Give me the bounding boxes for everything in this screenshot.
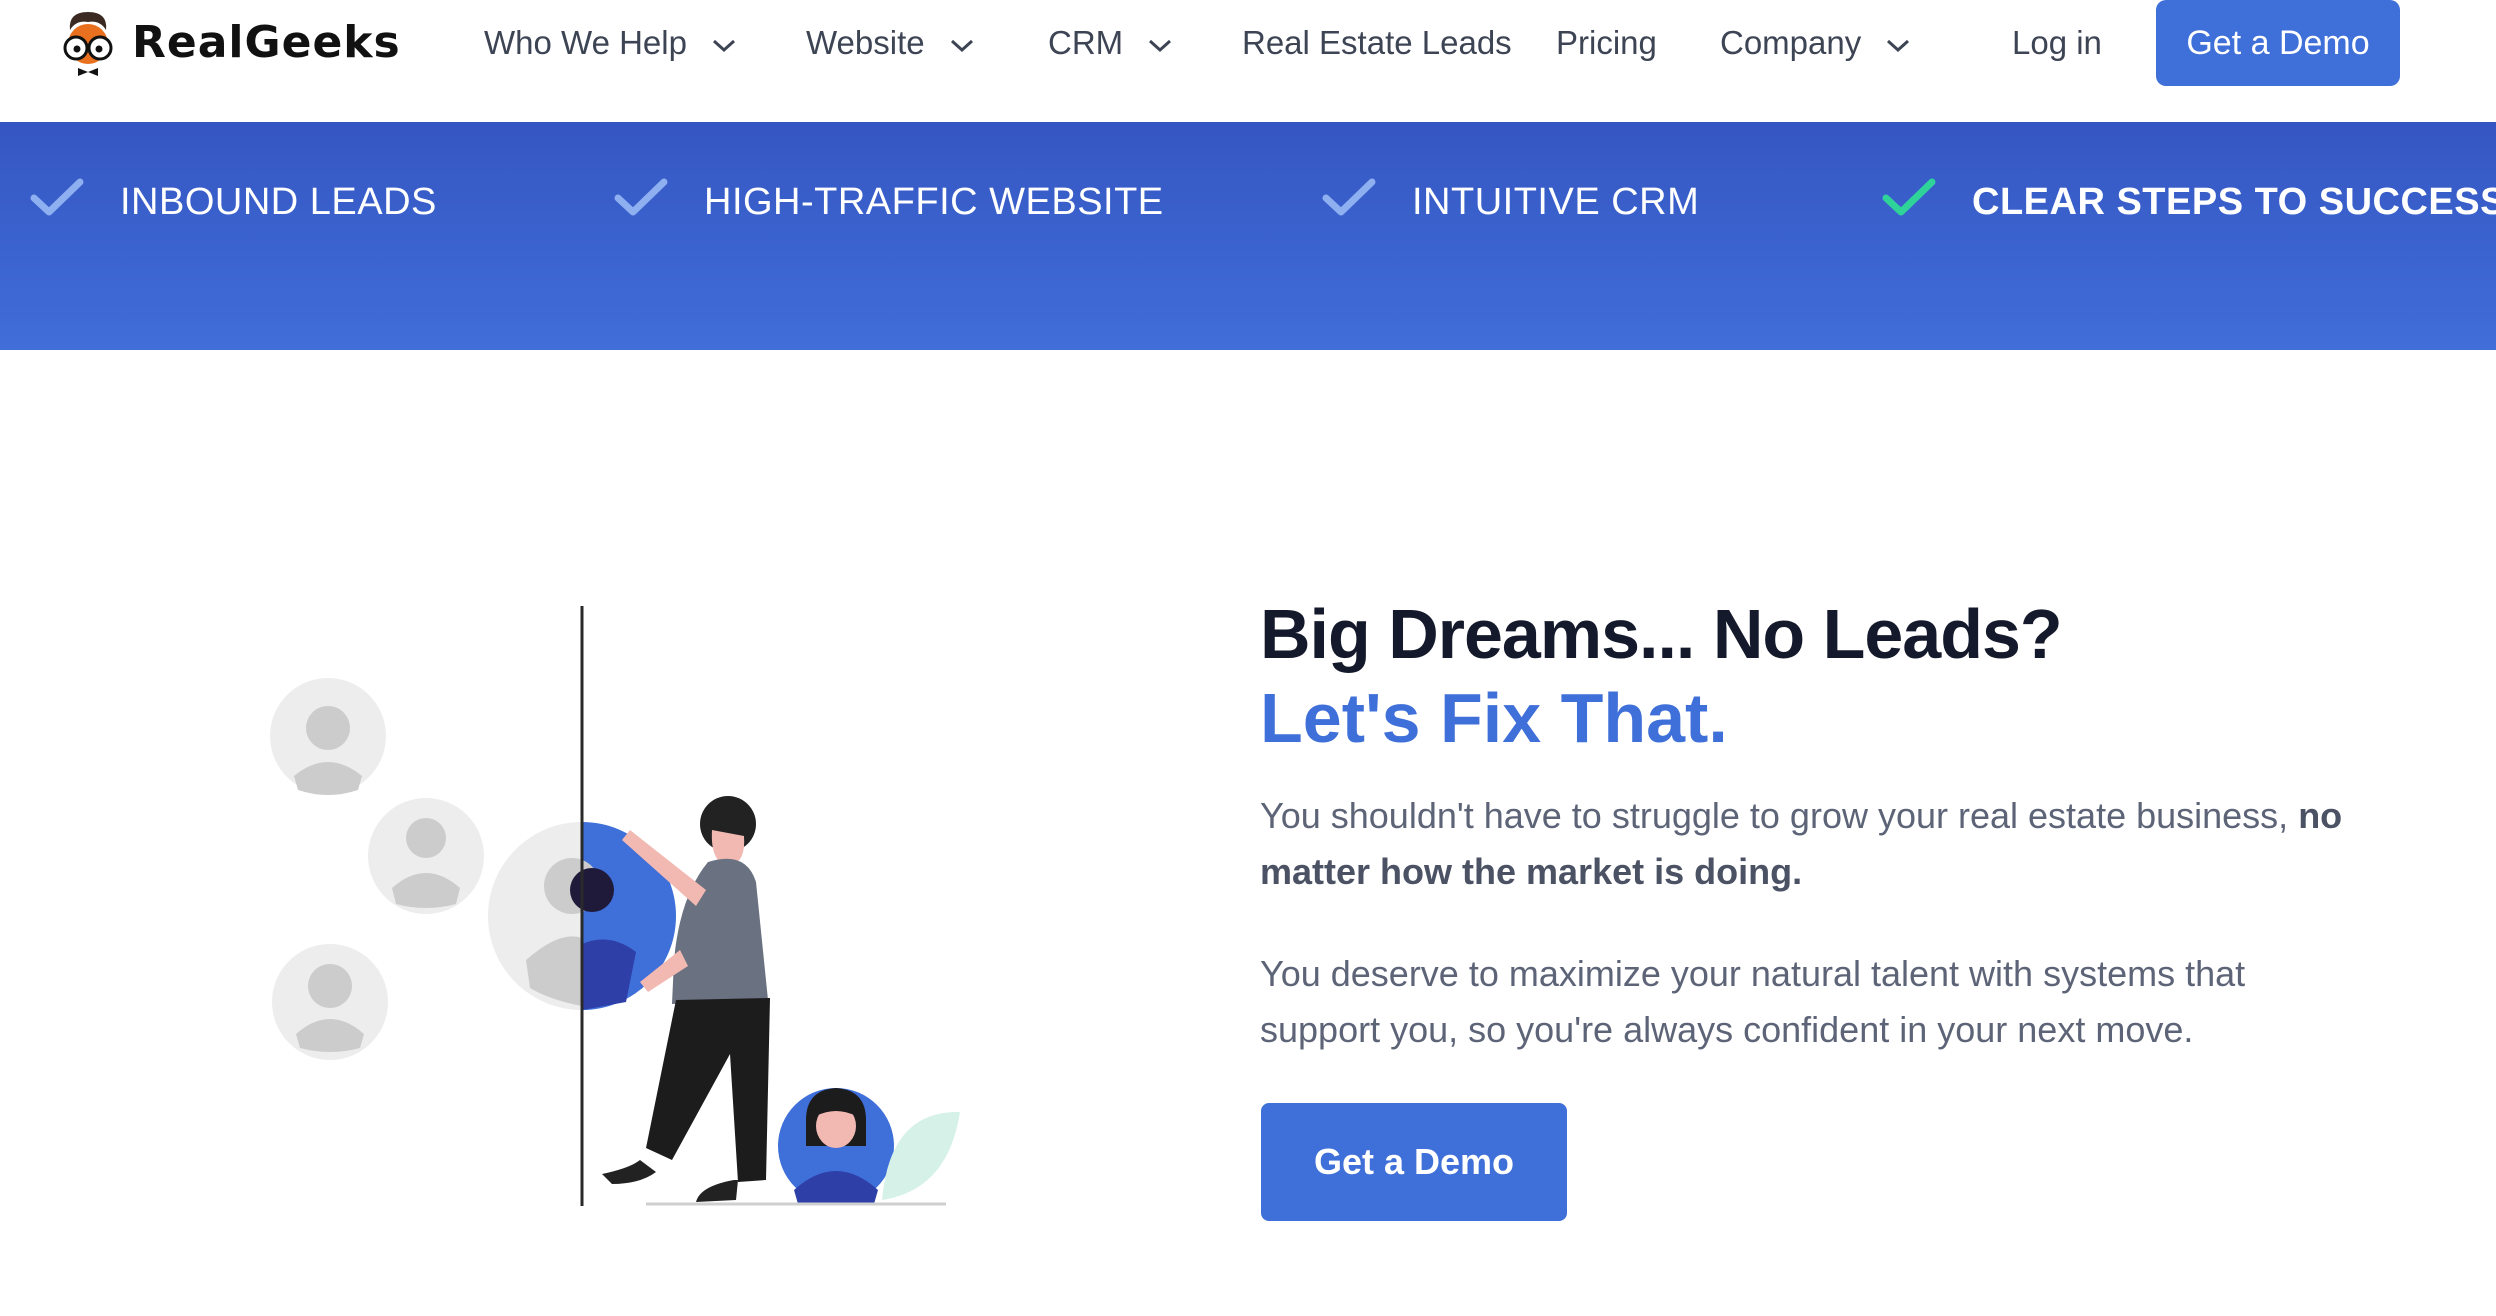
brand-logo[interactable]: RealGeeks [56, 8, 401, 78]
chevron-down-icon [711, 24, 737, 62]
nav-pricing[interactable]: Pricing [1556, 20, 1657, 66]
feature-label: CLEAR STEPS TO SUCCESS [1972, 180, 2496, 223]
nav-who-we-help[interactable]: Who We Help [484, 20, 737, 66]
brand-name: RealGeeks [132, 17, 401, 68]
paragraph-text: You shouldn't have to struggle to grow y… [1260, 795, 2299, 836]
nav-item-label: Website [806, 24, 925, 61]
avatar-placeholder-2 [368, 798, 484, 914]
woman-avatar [778, 1088, 894, 1204]
feature-intuitive-crm: INTUITIVE CRM [1322, 174, 1699, 230]
feature-high-traffic-website: HIGH-TRAFFIC WEBSITE [614, 174, 1164, 230]
nav-item-label: CRM [1048, 24, 1124, 61]
nav-crm[interactable]: CRM [1048, 20, 1173, 66]
avatar-placeholder-3 [272, 944, 388, 1060]
feature-inbound-leads: INBOUND LEADS [30, 174, 437, 230]
nav-real-estate-leads[interactable]: Real Estate Leads [1242, 20, 1512, 66]
nav-item-label: Real Estate Leads [1242, 24, 1512, 61]
top-navbar: RealGeeks Who We Help Website CRM Real E… [0, 0, 2496, 122]
chevron-down-icon [1885, 24, 1911, 62]
chevron-down-icon [1147, 24, 1173, 62]
hero-paragraph-1: You shouldn't have to struggle to grow y… [1260, 788, 2370, 900]
lead-profiles-illustration [270, 606, 960, 1206]
feature-label: INBOUND LEADS [120, 180, 437, 223]
leaf-decoration [882, 1111, 960, 1200]
chevron-down-icon [949, 24, 975, 62]
feature-banner: INBOUND LEADS HIGH-TRAFFIC WEBSITE INTUI… [0, 122, 2496, 350]
feature-clear-steps: CLEAR STEPS TO SUCCESS [1882, 174, 2496, 230]
nav-company[interactable]: Company [1720, 20, 1911, 66]
nav-item-label: Company [1720, 24, 1862, 61]
checkmark-icon [1882, 176, 1936, 228]
nav-item-label: Pricing [1556, 24, 1657, 61]
hero-illustration [260, 600, 980, 1225]
checkmark-icon [1322, 176, 1376, 228]
nav-item-label: Who We Help [484, 24, 687, 61]
checkmark-icon [30, 176, 84, 228]
hero-paragraph-2: You deserve to maximize your natural tal… [1260, 953, 2246, 1050]
nav-website[interactable]: Website [806, 20, 975, 66]
login-link[interactable]: Log in [2012, 20, 2102, 66]
avatar-placeholder-1 [270, 678, 386, 795]
feature-label: INTUITIVE CRM [1412, 180, 1700, 223]
nav-get-demo-button[interactable]: Get a Demo [2156, 0, 2400, 86]
feature-label: HIGH-TRAFFIC WEBSITE [704, 180, 1164, 223]
geek-mascot-icon [63, 12, 113, 76]
hero-subtitle: Let's Fix That. [1260, 679, 1728, 757]
hero-get-demo-button[interactable]: Get a Demo [1261, 1103, 1567, 1221]
hero-title: Big Dreams... No Leads? [1260, 595, 2063, 673]
checkmark-icon [614, 176, 668, 228]
